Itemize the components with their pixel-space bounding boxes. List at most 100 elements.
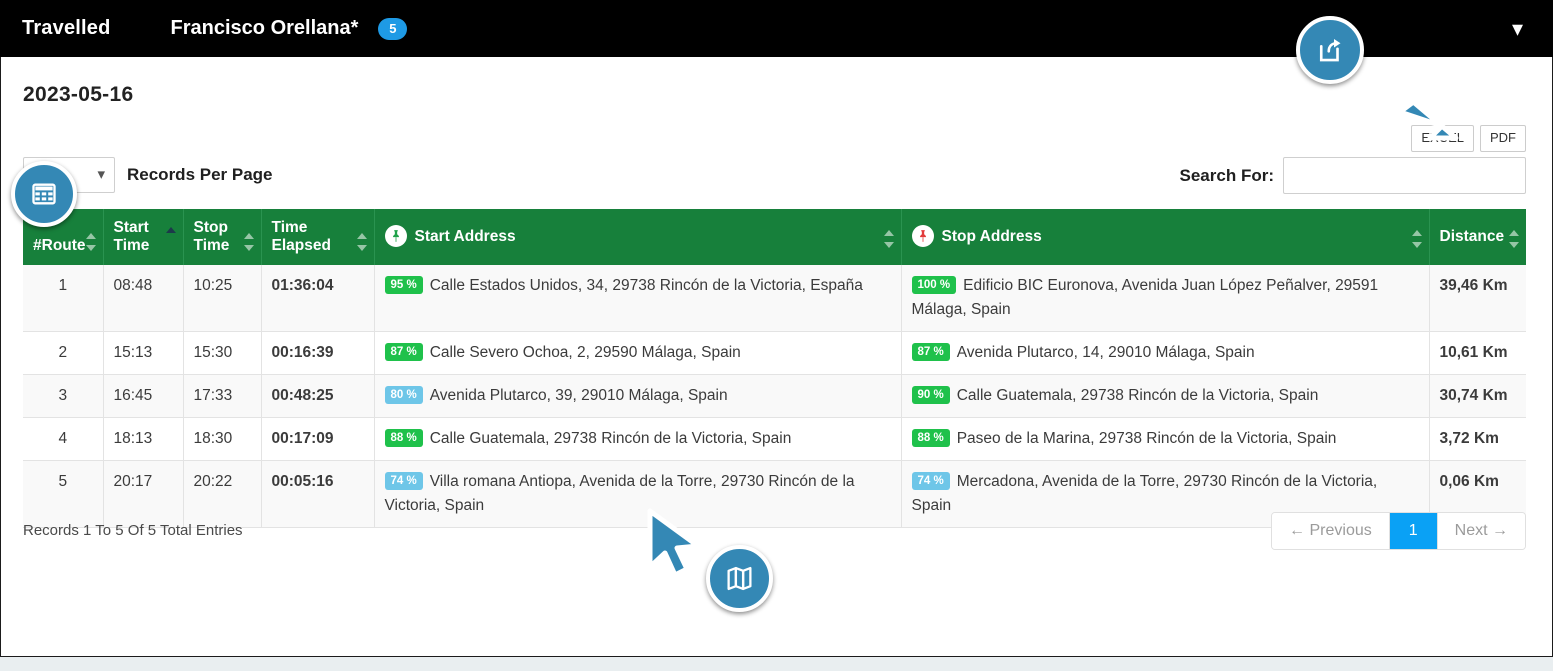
green-pin-icon [384,225,407,248]
cell-stop-time: 20:22 [183,460,262,528]
pagination: ← Previous 1 Next → [1271,512,1526,550]
export-pdf-button[interactable]: PDF [1480,125,1526,153]
cell-stop-address: 100 % Edificio BIC Euronova, Avenida Juan… [901,264,1430,332]
search-label: Search For: [1179,165,1274,185]
cell-start-time: 16:45 [103,374,184,418]
table-grid-icon-badge[interactable] [11,161,77,227]
cell-start-time: 15:13 [103,331,184,375]
start-address-text: Calle Guatemala, 29738 Rincón de la Vict… [429,429,792,447]
cell-stop-address: 87 % Avenida Plutarco, 14, 29010 Málaga, … [901,331,1430,375]
pointer-arrow-to-excel [1360,60,1470,155]
start-address-header-content: Start Address [384,225,516,248]
cell-stop-time: 18:30 [183,417,262,461]
start-address-text: Calle Severo Ochoa, 2, 29590 Málaga, Spa… [429,343,741,361]
stop-address-text: Paseo de la Marina, 29738 Rincón de la V… [956,429,1337,447]
pagination-page-1-button[interactable]: 1 [1389,513,1438,549]
stop-address-header-content: Stop Address [911,225,1042,248]
cell-start-address: 88 % Calle Guatemala, 29738 Rincón de la … [374,417,902,461]
cell-start-address: 95 % Calle Estados Unidos, 34, 29738 Rinc… [374,264,902,332]
cell-route: 2 [23,331,104,375]
table-head: #Route Start Time Stop Time Time Elapsed… [23,209,1526,265]
table-grid-icon [32,183,56,205]
record-count-badge: 5 [378,17,408,40]
column-label: Time Elapsed [271,219,331,254]
sort-indicator-icon [243,232,254,251]
table-row[interactable]: 1 08:48 10:25 01:36:04 95 % Calle Estados… [23,264,1526,332]
table-body: 1 08:48 10:25 01:36:04 95 % Calle Estados… [23,264,1526,528]
stop-address-text: Edificio BIC Euronova, Avenida Juan Lópe… [911,276,1379,318]
sort-indicator-icon [356,232,367,251]
cell-start-time: 18:13 [103,417,184,461]
table-controls: ▾ Records Per Page Search For: [23,157,1526,201]
cell-route: 1 [23,264,104,332]
cell-route: 5 [23,460,104,528]
sort-indicator-icon [1411,229,1422,248]
cell-stop-time: 15:30 [183,331,262,375]
stop-address-text: Calle Guatemala, 29738 Rincón de la Vict… [956,386,1319,404]
routes-table: #Route Start Time Stop Time Time Elapsed… [23,209,1526,528]
stop-accuracy-badge: 74 % [911,471,950,491]
column-header-distance[interactable]: Distance [1429,209,1526,265]
cell-start-address: 87 % Calle Severo Ochoa, 2, 29590 Málaga,… [374,331,902,375]
column-header-time-elapsed[interactable]: Time Elapsed [261,209,375,265]
cell-stop-time: 10:25 [183,264,262,332]
sort-indicator-icon [85,232,96,251]
stop-accuracy-badge: 88 % [911,428,950,448]
cell-start-time: 20:17 [103,460,184,528]
column-label: Start Address [414,227,516,245]
sort-indicator-icon [1509,229,1519,248]
pagination-previous-button[interactable]: ← Previous [1272,513,1390,549]
cell-distance: 39,46 Km [1429,264,1526,332]
chevron-down-icon[interactable]: ▾ [1512,17,1523,40]
column-label: Stop Time [193,219,230,254]
content-card: 2023-05-16 EXCEL PDF ▾ Records Per Page … [0,57,1553,657]
column-label: Start Time [113,219,150,254]
cell-stop-address: 88 % Paseo de la Marina, 29738 Rincón de … [901,417,1430,461]
table-row[interactable]: 3 16:45 17:33 00:48:25 80 % Avenida Pluta… [23,374,1526,418]
start-accuracy-badge: 95 % [384,275,423,295]
column-header-stop-time[interactable]: Stop Time [183,209,262,265]
mouse-cursor [636,505,716,590]
column-label: #Route [33,236,86,254]
red-pin-icon [911,225,934,248]
column-header-start-address[interactable]: Start Address [374,209,902,265]
stop-address-text: Avenida Plutarco, 14, 29010 Málaga, Spai… [956,343,1255,361]
cell-route: 3 [23,374,104,418]
user-name: Francisco Orellana* [170,17,359,39]
search-group: Search For: [1180,157,1526,194]
column-label: Stop Address [941,227,1042,245]
cell-time-elapsed: 00:17:09 [261,417,375,461]
chevron-down-icon: ▾ [97,166,105,183]
sort-indicator-icon [883,229,894,248]
column-header-stop-address[interactable]: Stop Address [901,209,1430,265]
cell-distance: 3,72 Km [1429,417,1526,461]
date-heading: 2023-05-16 [23,83,134,106]
page-title: Travelled [22,17,111,39]
cell-distance: 30,74 Km [1429,374,1526,418]
start-accuracy-badge: 87 % [384,342,423,362]
app-screenshot: Travelled Francisco Orellana* 5 ▾ 2023-0… [0,0,1553,671]
cell-start-address: 80 % Avenida Plutarco, 39, 29010 Málaga, … [374,374,902,418]
records-per-page-label: Records Per Page [127,165,273,184]
stop-address-text: Mercadona, Avenida de la Torre, 29730 Ri… [911,472,1378,514]
search-input[interactable] [1283,157,1526,194]
start-address-text: Villa romana Antiopa, Avenida de la Torr… [384,472,855,514]
cell-time-elapsed: 00:16:39 [261,331,375,375]
column-header-start-time[interactable]: Start Time [103,209,184,265]
start-accuracy-badge: 80 % [384,385,423,405]
table-row[interactable]: 2 15:13 15:30 00:16:39 87 % Calle Severo … [23,331,1526,375]
sort-indicator-asc-icon [165,226,176,245]
cell-start-time: 08:48 [103,264,184,332]
stop-accuracy-badge: 87 % [911,342,950,362]
share-export-icon-badge[interactable] [1296,16,1364,84]
table-header-row: #Route Start Time Stop Time Time Elapsed… [23,209,1526,265]
cell-time-elapsed: 00:05:16 [261,460,375,528]
column-label: Distance [1439,227,1505,245]
table-row[interactable]: 4 18:13 18:30 00:17:09 88 % Calle Guatema… [23,417,1526,461]
cell-stop-time: 17:33 [183,374,262,418]
stop-accuracy-badge: 100 % [911,275,957,295]
map-icon-badge[interactable] [706,545,773,612]
cell-distance: 10,61 Km [1429,331,1526,375]
records-info-text: Records 1 To 5 Of 5 Total Entries [23,522,243,539]
pagination-next-button[interactable]: Next → [1437,513,1525,549]
